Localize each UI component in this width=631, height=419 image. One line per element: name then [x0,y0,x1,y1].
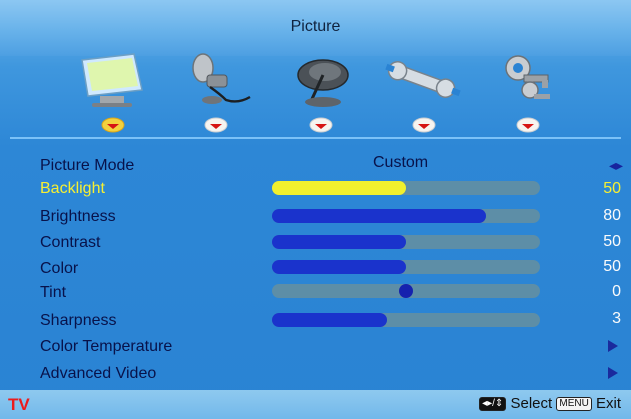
color-temperature-label[interactable]: Color Temperature [40,338,172,356]
tab-marker-icon [101,117,125,133]
tint-slider-knob[interactable] [399,284,413,298]
brightness-slider[interactable] [272,209,540,223]
backlight-label[interactable]: Backlight [40,180,105,198]
tint-label[interactable]: Tint [40,284,66,302]
color-slider[interactable] [272,260,540,274]
color-slider-fill [272,260,406,274]
left-right-arrows-icon: ◂▸ [608,157,623,173]
tab-marker-icon [309,117,333,133]
navigation-keys-icon: ◂▸/⇕ [479,397,507,412]
satellite-dish-icon[interactable] [284,50,362,110]
color-value: 50 [603,258,621,275]
contrast-value: 50 [603,233,621,250]
brightness-slider-fill [272,209,486,223]
sharpness-label[interactable]: Sharpness [40,312,117,330]
menu-key-icon: MENU [556,397,592,412]
exit-hint: Exit [595,395,621,412]
right-arrow-icon [608,367,618,379]
microphone-icon[interactable] [180,50,258,110]
contrast-label[interactable]: Contrast [40,234,100,252]
tint-slider[interactable] [272,284,540,298]
wrench-icon[interactable] [384,50,462,110]
right-arrow-icon [608,340,618,352]
tab-marker-icon [516,117,540,133]
tint-value: 0 [612,283,621,300]
backlight-slider-fill [272,181,406,195]
backlight-slider[interactable] [272,181,540,195]
brightness-value: 80 [603,207,621,224]
brightness-label[interactable]: Brightness [40,208,116,226]
menu-title: Picture [290,18,341,35]
tab-marker-icon [412,117,436,133]
sharpness-slider-fill [272,313,387,327]
picture-mode-label[interactable]: Picture Mode [40,157,134,175]
menu-divider [10,137,621,139]
monitor-icon[interactable] [72,50,150,110]
advanced-video-label[interactable]: Advanced Video [40,365,156,383]
keys-icon[interactable] [490,50,568,110]
contrast-slider-fill [272,235,406,249]
sharpness-slider[interactable] [272,313,540,327]
select-hint: Select [510,395,553,412]
button-hints: ◂▸/⇕ Select MENU Exit [479,395,621,412]
sharpness-value: 3 [612,310,621,327]
status-bar: TV ◂▸/⇕ Select MENU Exit [0,390,631,419]
backlight-value: 50 [603,180,621,197]
input-source-label: TV [8,395,30,414]
osd-window: Picture Picture Mode Custom ◂▸ Backlight… [0,0,631,419]
tab-marker-icon [204,117,228,133]
contrast-slider[interactable] [272,235,540,249]
picture-mode-value[interactable]: Custom [373,154,428,172]
color-label[interactable]: Color [40,260,78,278]
menu-header: Picture [0,0,631,56]
